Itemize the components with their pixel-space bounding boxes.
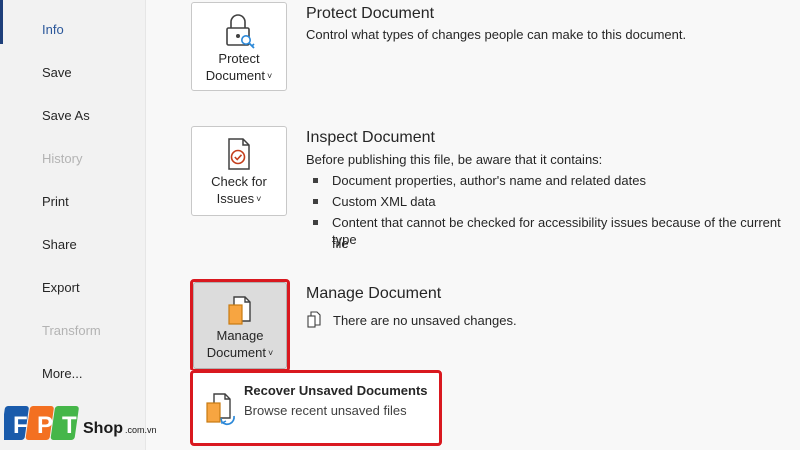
no-changes-document-icon	[307, 311, 321, 328]
inspect-button-line1: Check for	[211, 174, 267, 189]
svg-text:Shop: Shop	[83, 420, 123, 437]
sidebar-item-export[interactable]: Export	[42, 280, 80, 295]
check-for-issues-button[interactable]: Check for Issues ˅	[191, 126, 287, 216]
inspect-bullet-list: Document properties, author's name and r…	[306, 170, 796, 254]
svg-text:.com.vn: .com.vn	[125, 425, 157, 435]
manage-button-line1: Manage	[216, 328, 264, 343]
protect-button-line2: Document ˅	[205, 68, 273, 83]
sidebar-item-save-as[interactable]: Save As	[42, 108, 90, 123]
inspect-document-intro: Before publishing this file, be aware th…	[306, 152, 603, 167]
protect-button-line1: Protect	[218, 51, 260, 66]
recover-unsaved-documents-item[interactable]: Recover Unsaved Documents Browse recent …	[190, 370, 442, 446]
sidebar-item-history: History	[42, 151, 83, 166]
protect-document-button[interactable]: Protect Document ˅	[191, 2, 287, 91]
sidebar-item-more[interactable]: More...	[42, 366, 82, 381]
manage-document-button[interactable]: Manage Document ˅	[193, 282, 287, 369]
manage-document-status: There are no unsaved changes.	[333, 313, 517, 328]
fpt-shop-logo: F P T Shop .com.vn	[4, 406, 157, 440]
svg-text:T: T	[62, 412, 77, 439]
documents-icon	[228, 296, 251, 325]
chevron-down-icon: ˅	[266, 71, 273, 81]
sidebar-item-save[interactable]: Save	[42, 65, 72, 80]
list-item: Custom XML data	[306, 191, 796, 212]
protect-document-description: Control what types of changes people can…	[306, 27, 687, 42]
sidebar-active-indicator	[0, 0, 3, 44]
recover-unsaved-description: Browse recent unsaved files	[244, 403, 407, 418]
sidebar-item-info[interactable]: Info	[42, 22, 64, 37]
inspect-document-title: Inspect Document	[306, 129, 435, 146]
manage-button-line2: Document ˅	[206, 345, 274, 360]
chevron-down-icon: ˅	[267, 348, 274, 358]
sidebar-item-transform: Transform	[42, 323, 101, 338]
manage-document-title: Manage Document	[306, 285, 442, 302]
sidebar-item-print[interactable]: Print	[42, 194, 69, 209]
svg-text:F: F	[13, 412, 28, 439]
chevron-down-icon: ˅	[256, 194, 262, 204]
backstage-sidebar: Info Save Save As History Print Share Ex…	[0, 0, 146, 450]
lock-key-icon	[226, 14, 255, 49]
recover-unsaved-title: Recover Unsaved Documents	[244, 383, 428, 398]
protect-document-title: Protect Document	[306, 5, 435, 22]
sidebar-item-share[interactable]: Share	[42, 237, 77, 252]
list-item: Document properties, author's name and r…	[306, 170, 796, 191]
inspect-bullet-wrap: type	[332, 232, 357, 247]
inspect-button-line2: Issues ˅	[216, 191, 262, 206]
document-check-icon	[228, 138, 250, 170]
list-item: Content that cannot be checked for acces…	[306, 212, 796, 254]
svg-text:P: P	[37, 412, 53, 439]
recover-documents-icon	[206, 393, 235, 426]
